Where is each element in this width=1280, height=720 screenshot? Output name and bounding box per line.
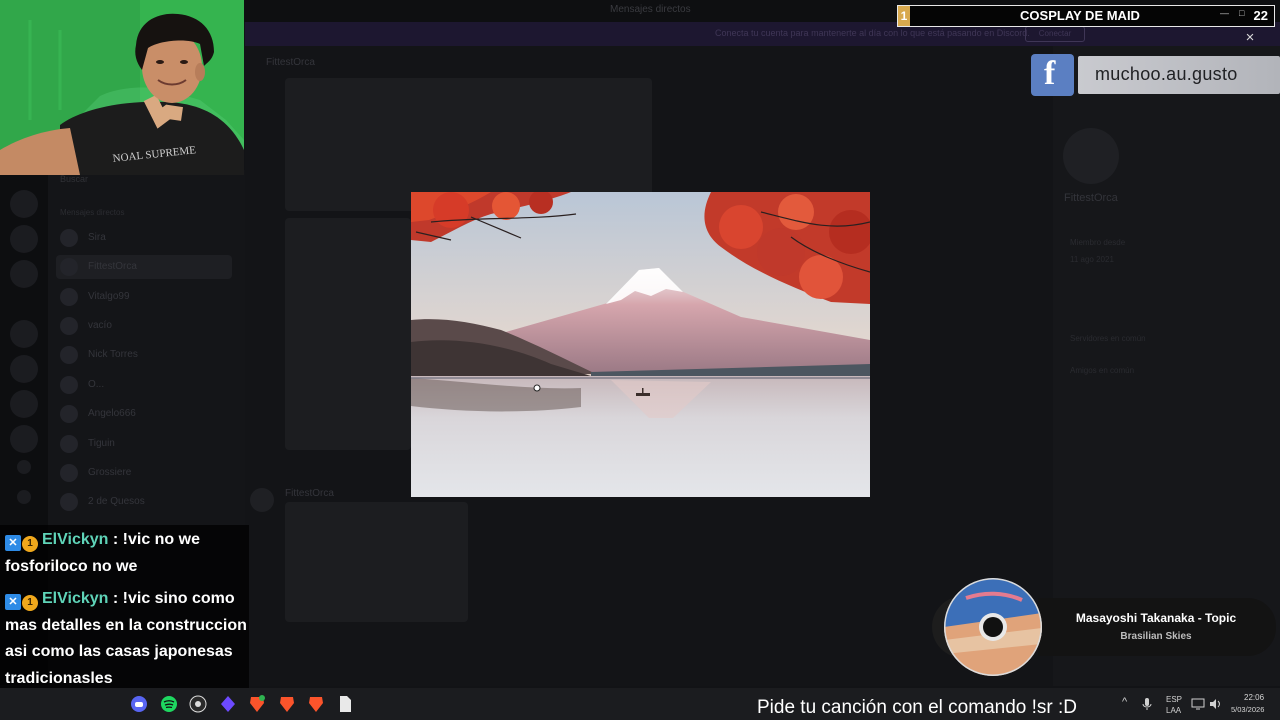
microphone-icon[interactable]	[1140, 697, 1154, 711]
brave-icon[interactable]	[248, 695, 266, 713]
webcam-person-image: NOAL SUPREME	[0, 0, 244, 175]
window-title: Mensajes directos	[610, 4, 691, 15]
facebook-icon: f	[1031, 54, 1074, 96]
chat-username: ElVickyn	[42, 590, 109, 607]
avatar	[60, 435, 78, 453]
add-server-icon[interactable]	[17, 460, 31, 474]
now-playing-card	[1038, 598, 1276, 656]
language-indicator[interactable]: ESP	[1166, 695, 1182, 704]
monitor-icon[interactable]	[1191, 697, 1205, 711]
dm-item[interactable]: Nick Torres	[56, 343, 232, 367]
avatar	[60, 405, 78, 423]
server-icon[interactable]	[10, 190, 38, 218]
avatar[interactable]	[250, 488, 274, 512]
explore-icon[interactable]	[17, 490, 31, 504]
twitch-badge-icon: ✕	[5, 594, 21, 610]
profile-name: FittestOrca	[1064, 192, 1118, 204]
dm-item[interactable]: Grossiere	[56, 461, 232, 485]
dm-item[interactable]: FittestOrca	[56, 255, 232, 279]
dm-item[interactable]: Tiguin	[56, 432, 232, 456]
avatar	[1063, 128, 1119, 184]
coin-badge-icon: 1	[22, 595, 38, 611]
avatar	[60, 376, 78, 394]
spotify-icon[interactable]	[160, 695, 178, 713]
avatar	[60, 229, 78, 247]
dm-section-title: Mensajes directos	[60, 208, 125, 217]
facebook-handle: muchoo.au.gusto	[1095, 64, 1238, 84]
banner-button[interactable]: Conectar	[1025, 26, 1085, 42]
brave-icon[interactable]	[278, 695, 296, 713]
avatar	[60, 317, 78, 335]
volume-icon[interactable]	[1208, 697, 1222, 711]
stream-screen: Mensajes directos Conecta tu cuenta para…	[0, 0, 1280, 720]
fuji-landscape-image	[411, 192, 870, 497]
dm-item[interactable]: Sira	[56, 226, 232, 250]
facebook-widget: f muchoo.au.gusto	[1031, 54, 1280, 96]
goal-index: 1	[898, 6, 910, 26]
profile-field-label: Miembro desde	[1070, 238, 1126, 247]
avatar	[60, 464, 78, 482]
avatar	[60, 288, 78, 306]
clock-time[interactable]: 22:06	[1244, 693, 1264, 702]
proton-icon[interactable]	[219, 695, 237, 713]
dm-item[interactable]: 2 de Quesos	[56, 490, 232, 514]
close-icon[interactable]: ×	[1239, 28, 1261, 48]
brave-icon[interactable]	[307, 695, 325, 713]
discord-icon[interactable]	[130, 695, 148, 713]
server-icon[interactable]	[10, 355, 38, 383]
song-request-text: Pide tu canción con el comando !sr :D	[757, 697, 1078, 718]
webcam-feed: NOAL SUPREME	[0, 0, 244, 175]
avatar	[60, 258, 78, 276]
chat-separator: :	[108, 590, 123, 607]
banner-text: Conecta tu cuenta para mantenerte al día…	[715, 28, 1030, 38]
goal-title: COSPLAY DE MAID	[1020, 8, 1140, 23]
track-title: Masayoshi Takanaka - Topic	[1075, 611, 1237, 625]
dm-search[interactable]: Buscar	[60, 174, 88, 184]
profile-mutual-servers[interactable]: Servidores en común	[1070, 334, 1146, 343]
chevron-up-icon[interactable]: ^	[1122, 696, 1127, 708]
profile-mutual-friends[interactable]: Amigos en común	[1070, 366, 1134, 375]
attachment-image[interactable]	[285, 218, 411, 450]
dm-item[interactable]: Vitalgo99	[56, 285, 232, 309]
track-artist: Brasilian Skies	[1120, 631, 1192, 642]
server-icon[interactable]	[10, 390, 38, 418]
server-icon[interactable]	[10, 320, 38, 348]
album-disc-icon	[944, 578, 1042, 676]
attachment-image[interactable]	[285, 502, 468, 622]
twitch-badge-icon: ✕	[5, 535, 21, 551]
chat-username: ElVickyn	[42, 531, 109, 548]
server-icon[interactable]	[10, 425, 38, 453]
obs-icon[interactable]	[189, 695, 207, 713]
dm-item[interactable]: O...	[56, 373, 232, 397]
cursor-icon	[533, 384, 541, 392]
chat-message: ✕ 1 ElVickyn : !vic sino como mas detalles…	[5, 586, 247, 692]
image-preview[interactable]	[411, 192, 870, 497]
profile-field-value: 11 ago 2021	[1070, 255, 1114, 264]
chat-separator: :	[108, 531, 123, 548]
server-icon[interactable]	[10, 260, 38, 288]
goal-bar: 1 COSPLAY DE MAID — □ 22	[897, 5, 1275, 27]
avatar	[60, 493, 78, 511]
dm-item[interactable]: Angelo666	[56, 402, 232, 426]
file-icon[interactable]	[336, 695, 354, 713]
avatar	[60, 346, 78, 364]
coin-badge-icon: 1	[22, 536, 38, 552]
message-author[interactable]: FittestOrca	[285, 488, 334, 499]
minimize-icon[interactable]: —	[1220, 8, 1229, 18]
dm-item[interactable]: vacío	[56, 314, 232, 338]
chat-header-title: FittestOrca	[266, 57, 315, 68]
goal-count: 22	[1253, 8, 1268, 23]
chat-message: ✕ 1 ElVickyn : !vic no we fosforiloco no w…	[5, 527, 247, 580]
clock-date[interactable]: 5/03/2026	[1231, 705, 1264, 714]
server-icon[interactable]	[10, 225, 38, 253]
layout-indicator[interactable]: LAA	[1166, 706, 1181, 715]
maximize-icon[interactable]: □	[1239, 8, 1244, 18]
